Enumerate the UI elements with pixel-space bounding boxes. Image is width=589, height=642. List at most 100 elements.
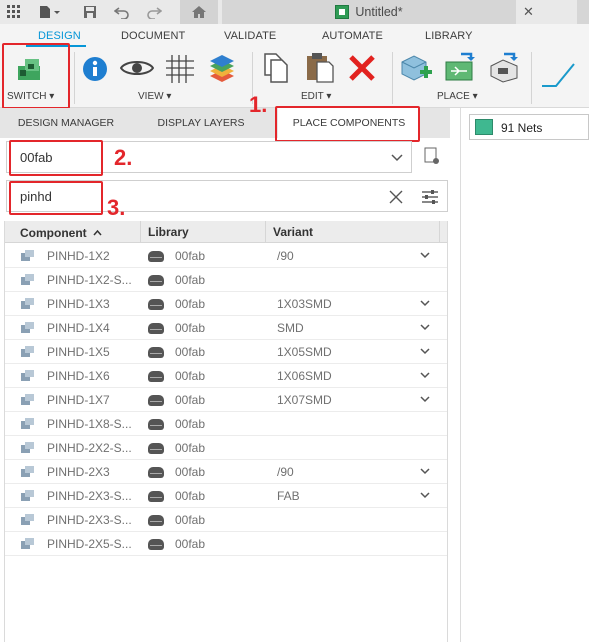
table-row[interactable]: PINHD-1X7 00fab 1X07SMD: [5, 388, 447, 412]
close-tab-icon[interactable]: ✕: [523, 4, 534, 20]
file-menu-icon[interactable]: [38, 4, 62, 20]
library-drive-icon: [148, 323, 164, 334]
component-symbol-icon: [21, 370, 34, 381]
ribbon-separator: [531, 52, 532, 104]
library-options-icon[interactable]: [424, 147, 440, 168]
variant-dropdown-icon[interactable]: [419, 369, 431, 381]
ribbon-separator: [74, 52, 75, 104]
grid-icon[interactable]: [165, 54, 195, 87]
undo-icon[interactable]: [114, 4, 130, 20]
library-drive-icon: [148, 539, 164, 550]
column-header-library[interactable]: Library: [148, 225, 189, 239]
filter-settings-icon[interactable]: [421, 189, 439, 208]
variant-dropdown-icon[interactable]: [419, 393, 431, 405]
library-name: 00fab: [175, 369, 206, 383]
library-name: 00fab: [175, 345, 206, 359]
variant-dropdown-icon[interactable]: [419, 297, 431, 309]
library-drive-icon: [148, 515, 164, 526]
info-icon[interactable]: [82, 56, 108, 85]
tab-automate[interactable]: AUTOMATE: [322, 30, 383, 42]
library-drive-icon: [148, 347, 164, 358]
tab-display-layers-label: DISPLAY LAYERS: [157, 117, 245, 129]
table-row[interactable]: PINHD-1X6 00fab 1X06SMD: [5, 364, 447, 388]
clear-search-icon[interactable]: [389, 190, 403, 207]
tab-design[interactable]: DESIGN: [38, 30, 81, 42]
table-row[interactable]: PINHD-2X3-S... 00fab: [5, 508, 447, 532]
copy-icon[interactable]: [263, 52, 289, 87]
library-drive-icon: [148, 251, 164, 262]
variant-dropdown-icon[interactable]: [419, 321, 431, 333]
library-name: 00fab: [175, 273, 206, 287]
document-tab[interactable]: Untitled*: [222, 0, 516, 24]
variant-name: 1X07SMD: [277, 393, 332, 407]
step-1-label: 1.: [249, 92, 268, 117]
table-row[interactable]: PINHD-2X2-S... 00fab: [5, 436, 447, 460]
component-symbol-icon: [21, 490, 34, 501]
wire-icon[interactable]: [540, 52, 580, 95]
tab-validate[interactable]: VALIDATE: [224, 30, 276, 42]
table-row[interactable]: PINHD-1X8-S... 00fab: [5, 412, 447, 436]
column-divider[interactable]: [140, 221, 141, 243]
delete-icon[interactable]: [348, 54, 376, 85]
tab-design-manager[interactable]: DESIGN MANAGER: [0, 108, 132, 138]
nets-count: 91 Nets: [501, 121, 543, 135]
place-schematic-icon[interactable]: [443, 52, 477, 87]
edit-label[interactable]: EDIT ▾: [301, 91, 331, 102]
component-name: PINHD-2X5-S...: [47, 537, 132, 551]
column-header-component-label: Component: [20, 226, 87, 240]
tab-library[interactable]: LIBRARY: [425, 30, 473, 42]
eye-icon[interactable]: [119, 58, 155, 81]
nets-indicator[interactable]: 91 Nets: [469, 114, 589, 140]
table-row[interactable]: PINHD-1X5 00fab 1X05SMD: [5, 340, 447, 364]
column-divider[interactable]: [265, 221, 266, 243]
table-row[interactable]: PINHD-1X4 00fab SMD: [5, 316, 447, 340]
column-header-variant[interactable]: Variant: [273, 225, 313, 239]
place-label[interactable]: PLACE ▾: [437, 91, 478, 102]
variant-dropdown-icon[interactable]: [419, 249, 431, 261]
variant-dropdown-icon[interactable]: [419, 345, 431, 357]
component-symbol-icon: [21, 346, 34, 357]
library-name: 00fab: [175, 297, 206, 311]
table-row[interactable]: PINHD-1X3 00fab 1X03SMD: [5, 292, 447, 316]
component-table: Component Library Variant PINHD-1X2 00fab…: [4, 221, 448, 642]
library-name: 00fab: [175, 321, 206, 335]
paste-icon[interactable]: [305, 52, 335, 87]
variant-dropdown-icon[interactable]: [419, 489, 431, 501]
variant-dropdown-icon[interactable]: [419, 465, 431, 477]
step-3-label: 3.: [107, 195, 126, 220]
library-drive-icon: [148, 419, 164, 430]
home-button[interactable]: [180, 0, 218, 24]
component-symbol-icon: [21, 394, 34, 405]
tab-display-layers[interactable]: DISPLAY LAYERS: [134, 108, 268, 138]
table-row[interactable]: PINHD-1X2 00fab/90: [5, 244, 447, 268]
window-controls[interactable]: [577, 0, 589, 24]
component-name: PINHD-1X3: [47, 297, 110, 311]
variant-name: /90: [277, 465, 294, 479]
add-part-icon[interactable]: [400, 52, 434, 87]
pane-divider[interactable]: [460, 108, 461, 642]
component-name: PINHD-2X2-S...: [47, 441, 132, 455]
redo-icon[interactable]: [146, 4, 162, 20]
table-row[interactable]: PINHD-2X5-S... 00fab: [5, 532, 447, 556]
column-divider[interactable]: [439, 221, 440, 243]
library-drive-icon: [148, 299, 164, 310]
view-label[interactable]: VIEW ▾: [138, 91, 171, 102]
sort-ascending-icon: [93, 225, 102, 239]
library-name: 00fab: [175, 393, 206, 407]
save-icon[interactable]: [82, 4, 98, 20]
table-row[interactable]: PINHD-1X2-S... 00fab: [5, 268, 447, 292]
table-row[interactable]: PINHD-2X3-S... 00fab FAB: [5, 484, 447, 508]
place-package-icon[interactable]: [488, 52, 522, 87]
column-header-component[interactable]: Component: [20, 225, 102, 240]
table-row[interactable]: PINHD-2X3 00fab/90: [5, 460, 447, 484]
variant-name: SMD: [277, 321, 304, 335]
schematic-document-icon: [335, 5, 350, 19]
variant-name: /90: [277, 249, 294, 263]
library-name: 00fab: [175, 513, 206, 527]
grid-menu-icon[interactable]: [6, 4, 22, 20]
library-drive-icon: [148, 275, 164, 286]
tab-document[interactable]: DOCUMENT: [121, 30, 185, 42]
layers-icon[interactable]: [207, 54, 237, 87]
component-name: PINHD-1X5: [47, 345, 110, 359]
component-symbol-icon: [21, 466, 34, 477]
